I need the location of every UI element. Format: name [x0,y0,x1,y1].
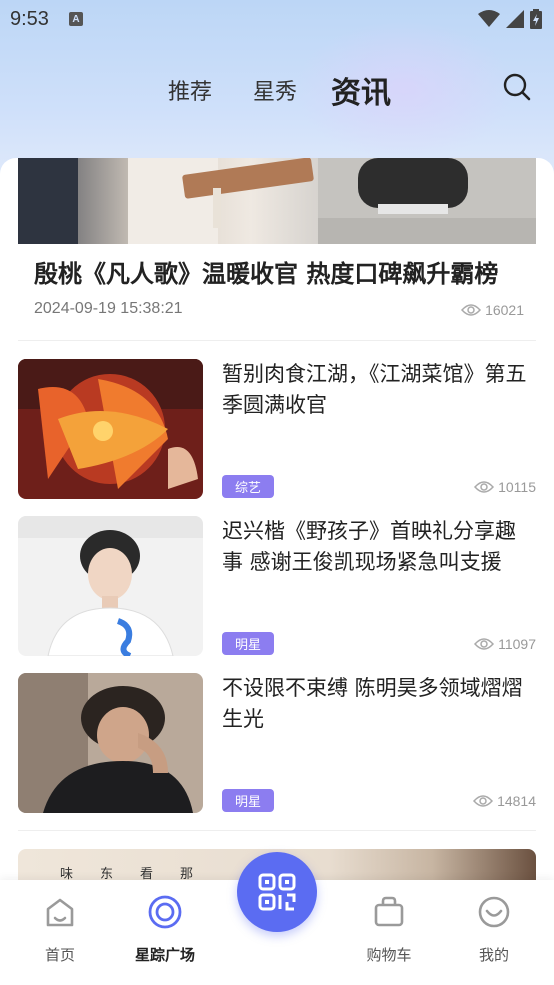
cart-icon [374,896,404,927]
tabbar-item-home[interactable]: 首页 [15,894,105,965]
tabbar-label: 星踪广场 [134,946,195,964]
news-item[interactable]: 暂别肉食江湖，《江湖菜馆》第五季圆满收官 综艺 10115 [18,359,536,499]
news-view-count: 14814 [497,793,536,809]
news-tag[interactable]: 明星 [222,789,275,812]
featured-title[interactable]: 殷桃《凡人歌》温暖收官 热度口碑飙升霸榜 [34,254,498,289]
tabbar-item-cart[interactable]: 购物车 [344,894,434,965]
news-title[interactable]: 不设限不束缚 陈明昊多领域熠熠生光 [222,673,532,735]
home-icon [46,898,74,927]
eye-icon [461,304,482,316]
news-views: 14814 [473,793,536,809]
profile-icon [478,896,510,928]
signal-icon [506,10,524,28]
news-tag[interactable]: 综艺 [222,475,275,498]
eye-icon [474,481,495,493]
news-tag[interactable]: 明星 [222,632,275,655]
news-title[interactable]: 暂别肉食江湖，《江湖菜馆》第五季圆满收官 [222,359,532,421]
tab-recommend[interactable]: 推荐 [168,74,212,106]
plaza-icon [148,895,182,929]
featured-date: 2024-09-19 15:38:21 [34,300,183,317]
news-thumbnail[interactable] [18,359,203,499]
tabbar-item-profile[interactable]: 我的 [449,894,539,965]
news-thumbnail[interactable] [18,516,203,656]
news-views: 10115 [474,479,536,495]
qrcode-icon [258,873,296,911]
battery-icon [530,9,542,29]
bottom-tab-bar: 首页 星踪广场 购物车 我的 [0,852,554,985]
wifi-icon [478,10,500,27]
tab-star-show[interactable]: 星秀 [253,74,297,106]
status-icons [478,9,542,29]
top-tab-bar: 推荐 星秀 资讯 [0,62,554,114]
qrcode-button[interactable] [237,852,317,932]
tabbar-label: 首页 [44,946,75,964]
news-title[interactable]: 迟兴楷《野孩子》首映礼分享趣事 感谢王俊凯现场紧急叫支援 [222,516,532,578]
tabbar-label: 购物车 [366,946,412,964]
eye-icon [474,638,495,650]
status-time: 9:53 [10,7,49,30]
news-item[interactable]: 不设限不束缚 陈明昊多领域熠熠生光 明星 14814 [18,673,536,813]
news-thumbnail[interactable] [18,673,203,813]
tab-news[interactable]: 资讯 [331,68,391,112]
status-bar: 9:53 A [0,0,554,38]
featured-view-count: 16021 [485,302,524,318]
search-icon[interactable] [502,72,532,102]
news-view-count: 10115 [498,479,536,495]
divider [18,830,536,831]
eye-icon [473,795,494,807]
divider [18,340,536,341]
news-item[interactable]: 迟兴楷《野孩子》首映礼分享趣事 感谢王俊凯现场紧急叫支援 明星 11097 [18,516,536,656]
news-views: 11097 [474,636,536,652]
tabbar-label: 我的 [478,946,509,964]
featured-views: 16021 [461,302,524,318]
tabbar-item-plaza[interactable]: 星踪广场 [120,894,210,965]
a-icon: A [68,12,83,26]
news-view-count: 11097 [498,636,536,652]
featured-image[interactable] [18,158,536,244]
